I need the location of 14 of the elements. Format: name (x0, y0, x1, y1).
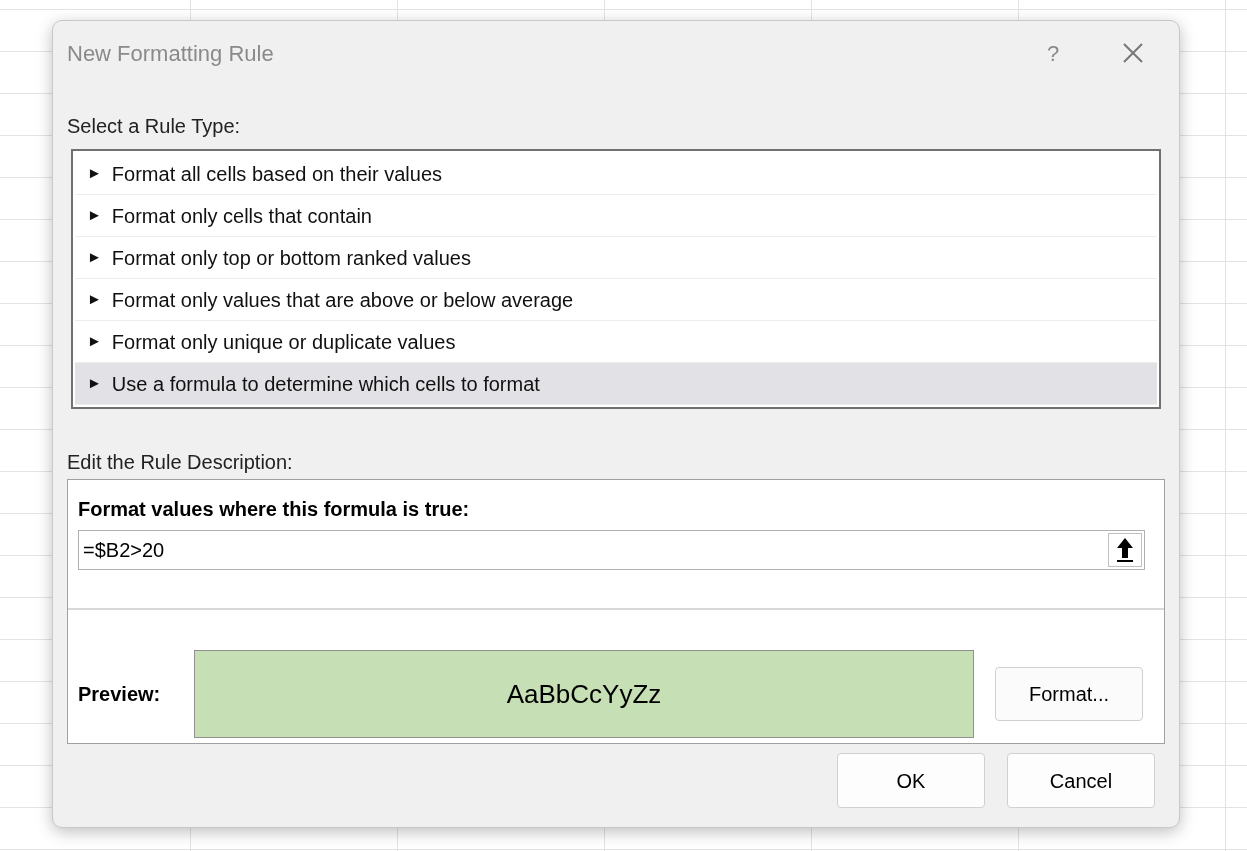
close-icon (1122, 42, 1144, 64)
section-label: Select a Rule Type: (67, 114, 242, 139)
format-button[interactable]: Format... (995, 667, 1143, 721)
up-arrow-icon (1115, 537, 1135, 563)
preview-box: AaBbCcYyZz (194, 650, 974, 738)
window-title: New Formatting Rule (67, 39, 275, 68)
rule-type-item[interactable]: ► Use a formula to determine which cells to format (75, 363, 1157, 405)
section-label: Edit the Rule Description: (67, 450, 294, 475)
formula-label: Format values where this formula is true: (78, 497, 471, 522)
preview-label: Preview: (78, 682, 162, 707)
formula-field[interactable]: =$B2>20 (78, 530, 1145, 570)
collapse-button[interactable] (1108, 533, 1142, 567)
dialog-button[interactable]: Cancel (1007, 753, 1155, 808)
dialog-button[interactable]: OK (837, 753, 985, 808)
